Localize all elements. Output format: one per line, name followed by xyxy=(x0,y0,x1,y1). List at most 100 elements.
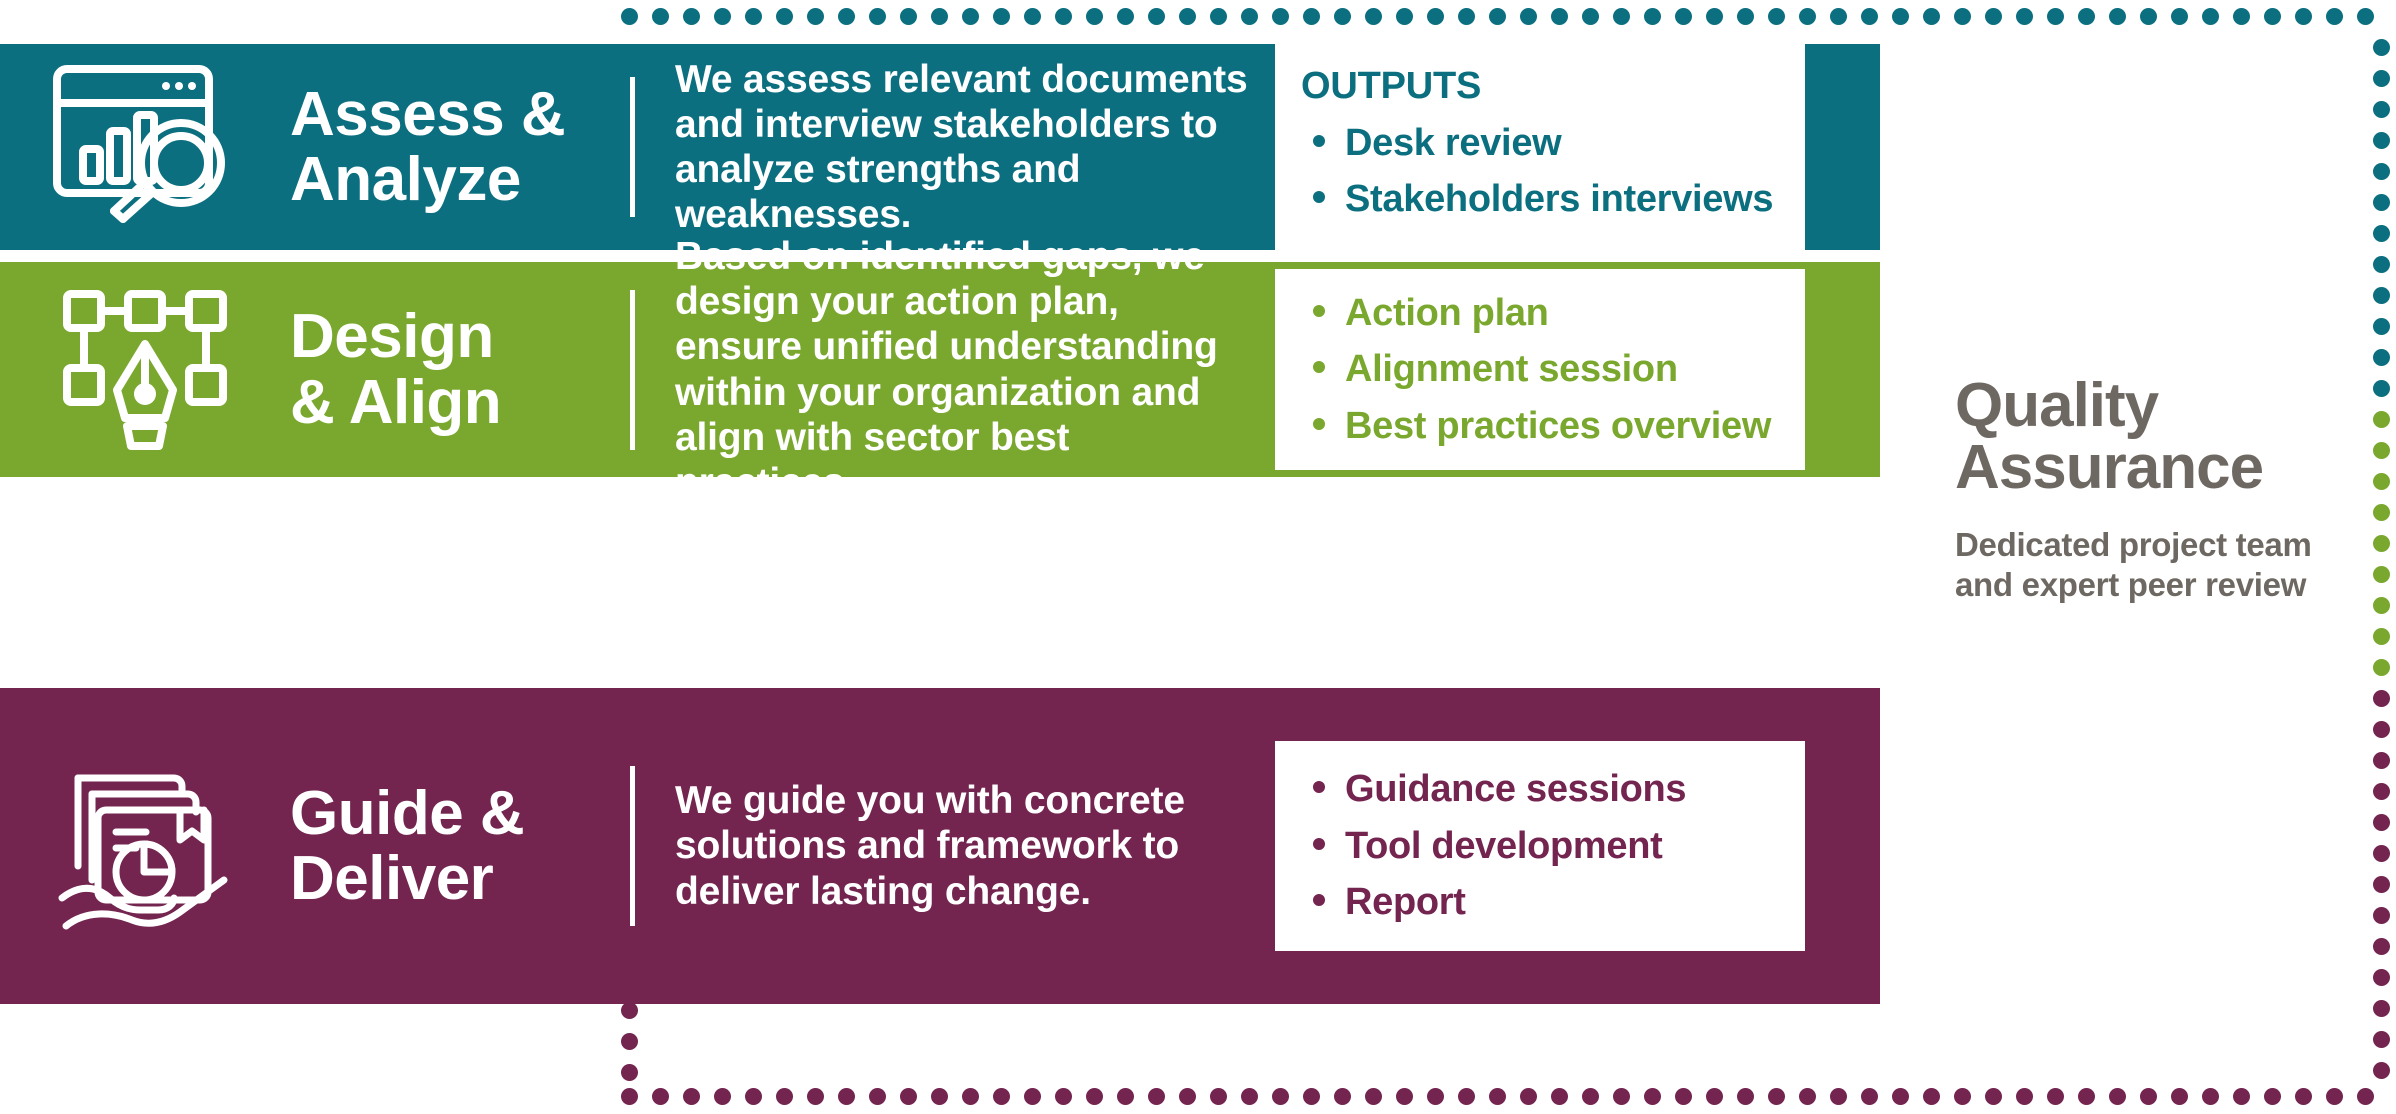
frame-dot-top xyxy=(1271,7,1289,25)
frame-dot-top xyxy=(744,7,762,25)
frame-dot-left-bottom xyxy=(620,1032,638,1050)
frame-dot-right xyxy=(2372,317,2390,335)
frame-dot-top xyxy=(1023,7,1041,25)
row-title-design-align: Design & Align xyxy=(290,304,630,434)
frame-dot-left-bottom xyxy=(620,1063,638,1081)
frame-dot-top xyxy=(775,7,793,25)
frame-dot-bottom xyxy=(806,1087,824,1105)
frame-dot-bottom xyxy=(1705,1087,1723,1105)
list-item: Report xyxy=(1301,874,1779,931)
row-title-assess-analyze: Assess & Analyze xyxy=(290,82,630,212)
frame-dot-top xyxy=(1798,7,1816,25)
frame-dot-bottom xyxy=(899,1087,917,1105)
frame-dot-bottom xyxy=(2077,1087,2095,1105)
frame-dot-top xyxy=(1178,7,1196,25)
frame-dot-top xyxy=(1612,7,1630,25)
frame-dot-top xyxy=(2263,7,2281,25)
frame-dot-right xyxy=(2372,441,2390,459)
frame-dot-bottom xyxy=(651,1087,669,1105)
frame-dot-bottom xyxy=(2170,1087,2188,1105)
row-title-line1: Design xyxy=(290,302,494,372)
frame-dot-right xyxy=(2372,38,2390,56)
list-item: Stakeholders interviews xyxy=(1301,171,1779,228)
frame-dot-top xyxy=(1519,7,1537,25)
list-item: Guidance sessions xyxy=(1301,761,1779,818)
frame-dot-top xyxy=(1829,7,1847,25)
frame-dot-top xyxy=(2170,7,2188,25)
frame-dot-top xyxy=(2046,7,2064,25)
qa-title-line2: Assurance xyxy=(1955,433,2264,502)
frame-dot-top xyxy=(1643,7,1661,25)
frame-dot-bottom xyxy=(775,1087,793,1105)
frame-dot-right xyxy=(2372,937,2390,955)
frame-dot-right xyxy=(2372,224,2390,242)
frame-dot-top xyxy=(2356,7,2374,25)
frame-dot-top xyxy=(961,7,979,25)
outputs-card-guide-deliver: Guidance sessions Tool development Repor… xyxy=(1275,741,1805,951)
frame-dot-right xyxy=(2372,968,2390,986)
list-item: Desk review xyxy=(1301,115,1779,172)
frame-dot-top xyxy=(837,7,855,25)
dashboard-magnifier-icon-cell xyxy=(0,59,290,235)
frame-dot-bottom xyxy=(2015,1087,2033,1105)
list-item: Action plan xyxy=(1301,285,1779,342)
frame-dot-bottom xyxy=(930,1087,948,1105)
frame-dot-bottom xyxy=(1767,1087,1785,1105)
frame-dot-top xyxy=(1426,7,1444,25)
frame-dot-right xyxy=(2372,658,2390,676)
frame-dot-right xyxy=(2372,410,2390,428)
frame-dot-bottom xyxy=(1829,1087,1847,1105)
frame-dot-right xyxy=(2372,534,2390,552)
frame-dot-left-bottom xyxy=(620,1001,638,1019)
frame-dot-bottom xyxy=(1612,1087,1630,1105)
frame-dot-right xyxy=(2372,844,2390,862)
frame-dot-right xyxy=(2372,286,2390,304)
frame-dot-right xyxy=(2372,503,2390,521)
frame-dot-top xyxy=(1147,7,1165,25)
dashboard-magnifier-icon xyxy=(47,59,243,235)
frame-dot-bottom xyxy=(1674,1087,1692,1105)
quality-assurance-subtitle: Dedicated project team and expert peer r… xyxy=(1955,526,2312,604)
frame-dot-bottom xyxy=(1519,1087,1537,1105)
frame-dot-bottom xyxy=(1736,1087,1754,1105)
frame-dot-bottom xyxy=(744,1087,762,1105)
frame-dot-top xyxy=(620,7,638,25)
frame-dot-top xyxy=(1054,7,1072,25)
frame-dot-top xyxy=(713,7,731,25)
frame-dot-bottom xyxy=(713,1087,731,1105)
frame-dot-top xyxy=(1488,7,1506,25)
frame-dot-bottom xyxy=(1178,1087,1196,1105)
outputs-list: Desk review Stakeholders interviews xyxy=(1301,115,1779,228)
frame-dot-top xyxy=(1922,7,1940,25)
frame-dot-top xyxy=(2201,7,2219,25)
frame-dot-top xyxy=(992,7,1010,25)
list-item: Tool development xyxy=(1301,818,1779,875)
frame-dot-right xyxy=(2372,379,2390,397)
frame-dot-bottom xyxy=(1085,1087,1103,1105)
list-item: Best practices overview xyxy=(1301,398,1779,455)
frame-dot-bottom xyxy=(620,1087,638,1105)
frame-dot-right xyxy=(2372,100,2390,118)
frame-dot-top xyxy=(1953,7,1971,25)
quality-assurance-title: Quality Assurance xyxy=(1955,375,2355,499)
frame-dot-top xyxy=(1333,7,1351,25)
frame-dot-bottom xyxy=(1457,1087,1475,1105)
frame-dot-top xyxy=(1116,7,1134,25)
frame-dot-right xyxy=(2372,627,2390,645)
frame-dot-bottom xyxy=(1333,1087,1351,1105)
frame-dot-top xyxy=(1736,7,1754,25)
frame-dot-top xyxy=(1364,7,1382,25)
frame-dot-top xyxy=(2077,7,2095,25)
frame-dot-top xyxy=(1581,7,1599,25)
frame-dot-top xyxy=(1860,7,1878,25)
frame-dot-bottom xyxy=(1984,1087,2002,1105)
hand-holding-report-icon xyxy=(40,748,250,944)
process-row-guide-deliver: Guide & Deliver We guide you with concre… xyxy=(0,688,1880,1004)
row-title-line1: Assess & xyxy=(290,79,566,149)
outputs-card-design-align: Action plan Alignment session Best pract… xyxy=(1275,268,1805,471)
row-title-line1: Guide & xyxy=(290,778,525,848)
row-title-line2: Analyze xyxy=(290,145,521,214)
frame-dot-top xyxy=(1705,7,1723,25)
frame-dot-top xyxy=(1767,7,1785,25)
frame-dot-top xyxy=(2108,7,2126,25)
